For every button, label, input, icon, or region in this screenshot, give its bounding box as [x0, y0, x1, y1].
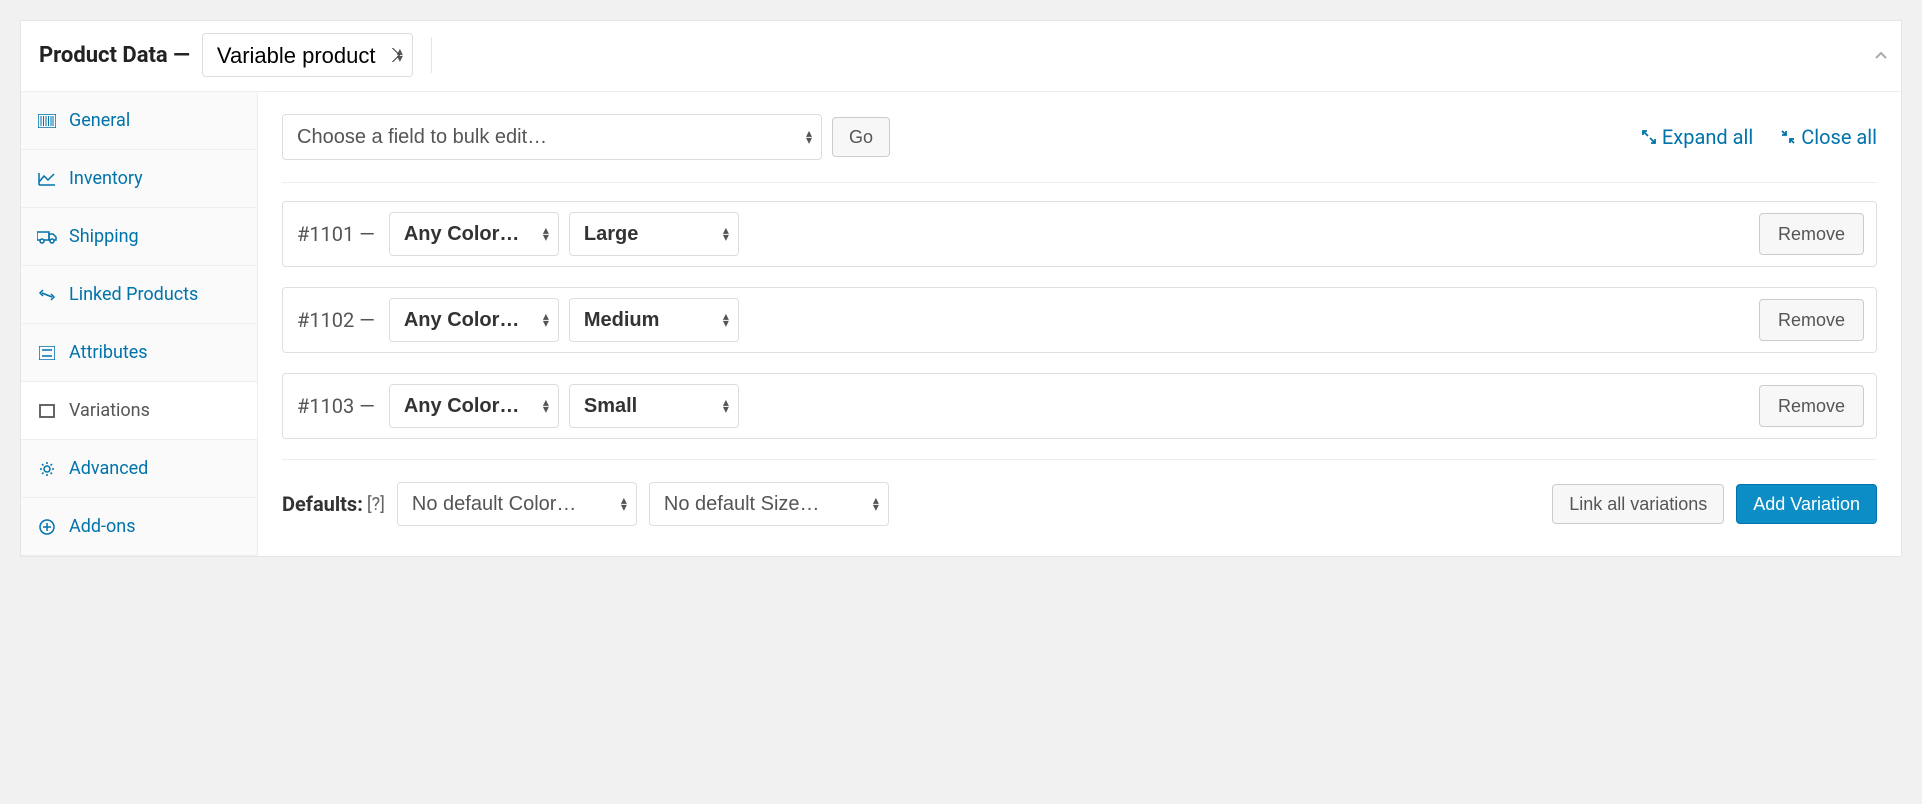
collapse-icon — [1781, 130, 1795, 144]
collapse-panel-button[interactable] — [1875, 50, 1887, 62]
product-data-tabs: General Inventory Shipping Linked Produc… — [21, 92, 258, 556]
default-size-select[interactable]: No default Size… — [649, 482, 889, 526]
expand-all-label: Expand all — [1662, 125, 1753, 149]
variation-color-select[interactable]: Any Color… — [389, 298, 559, 342]
variation-row[interactable]: #1103 — Any Color… ▴▾ Small ▴▾ Remove — [282, 373, 1877, 439]
panel-title: Product Data — — [39, 43, 190, 68]
tab-addons[interactable]: Add-ons — [21, 498, 257, 556]
square-icon — [37, 404, 57, 418]
variation-size-select[interactable]: Small — [569, 384, 739, 428]
tab-variations[interactable]: Variations — [21, 382, 257, 440]
expand-all-link[interactable]: Expand all — [1642, 125, 1753, 149]
tab-label: Inventory — [69, 168, 143, 189]
variation-color-select-wrap: Any Color… ▴▾ — [389, 298, 559, 342]
expand-icon — [1642, 130, 1656, 144]
product-type-select-wrap: Variable product ▴▾ — [190, 33, 413, 77]
tab-label: General — [69, 110, 130, 131]
go-button[interactable]: Go — [832, 117, 890, 157]
variation-size-select-wrap: Medium ▴▾ — [569, 298, 739, 342]
tab-attributes[interactable]: Attributes — [21, 324, 257, 382]
tab-label: Linked Products — [69, 284, 198, 305]
variation-size-select[interactable]: Medium — [569, 298, 739, 342]
gear-icon — [37, 461, 57, 477]
tab-label: Shipping — [69, 226, 139, 247]
variation-id: #1102 — — [295, 308, 379, 332]
barcode-icon — [37, 114, 57, 128]
help-icon[interactable]: [?] — [367, 494, 385, 515]
variation-color-select-wrap: Any Color… ▴▾ — [389, 384, 559, 428]
product-data-panel: Product Data — Variable product ▴▾ Gener… — [20, 20, 1902, 557]
variation-size-select-wrap: Small ▴▾ — [569, 384, 739, 428]
truck-icon — [37, 230, 57, 244]
product-type-select[interactable]: Variable product — [202, 33, 413, 77]
tab-linked-products[interactable]: Linked Products — [21, 266, 257, 324]
tab-shipping[interactable]: Shipping — [21, 208, 257, 266]
remove-variation-button[interactable]: Remove — [1759, 299, 1864, 341]
bulk-edit-select[interactable]: Choose a field to bulk edit… — [282, 114, 822, 160]
variation-id: #1103 — — [295, 394, 379, 418]
default-color-select-wrap: No default Color… ▴▾ — [397, 482, 637, 526]
tab-label: Advanced — [69, 458, 148, 479]
variation-id: #1101 — — [295, 222, 379, 246]
variation-color-select-wrap: Any Color… ▴▾ — [389, 212, 559, 256]
remove-variation-button[interactable]: Remove — [1759, 385, 1864, 427]
variation-row[interactable]: #1101 — Any Color… ▴▾ Large ▴▾ Remove — [282, 201, 1877, 267]
close-all-link[interactable]: Close all — [1781, 125, 1877, 149]
tab-inventory[interactable]: Inventory — [21, 150, 257, 208]
panel-body: General Inventory Shipping Linked Produc… — [21, 92, 1901, 556]
link-icon — [37, 288, 57, 302]
tab-label: Variations — [69, 400, 150, 421]
default-color-select[interactable]: No default Color… — [397, 482, 637, 526]
variation-list: #1101 — Any Color… ▴▾ Large ▴▾ Remove #1… — [282, 201, 1877, 439]
divider — [431, 37, 432, 73]
defaults-label: Defaults: — [282, 492, 363, 516]
defaults-row: Defaults: [?] No default Color… ▴▾ No de… — [282, 459, 1877, 526]
add-variation-button[interactable]: Add Variation — [1736, 484, 1877, 524]
remove-variation-button[interactable]: Remove — [1759, 213, 1864, 255]
link-all-variations-button[interactable]: Link all variations — [1552, 484, 1724, 524]
bulk-edit-select-wrap: Choose a field to bulk edit… ▴▾ — [282, 114, 822, 160]
variation-color-select[interactable]: Any Color… — [389, 212, 559, 256]
plus-circle-icon — [37, 519, 57, 535]
panel-header: Product Data — Variable product ▴▾ — [21, 21, 1901, 92]
tab-general[interactable]: General — [21, 92, 257, 150]
variation-size-select-wrap: Large ▴▾ — [569, 212, 739, 256]
bulk-edit-toolbar: Choose a field to bulk edit… ▴▾ Go Expan… — [282, 114, 1877, 183]
tab-label: Add-ons — [69, 516, 136, 537]
list-icon — [37, 346, 57, 360]
chevron-up-icon — [1875, 50, 1887, 62]
variations-content: Choose a field to bulk edit… ▴▾ Go Expan… — [258, 92, 1901, 556]
tab-label: Attributes — [69, 342, 148, 363]
variation-row[interactable]: #1102 — Any Color… ▴▾ Medium ▴▾ Remove — [282, 287, 1877, 353]
default-size-select-wrap: No default Size… ▴▾ — [649, 482, 889, 526]
variation-size-select[interactable]: Large — [569, 212, 739, 256]
tab-advanced[interactable]: Advanced — [21, 440, 257, 498]
variation-color-select[interactable]: Any Color… — [389, 384, 559, 428]
chart-icon — [37, 172, 57, 186]
close-all-label: Close all — [1801, 125, 1877, 149]
